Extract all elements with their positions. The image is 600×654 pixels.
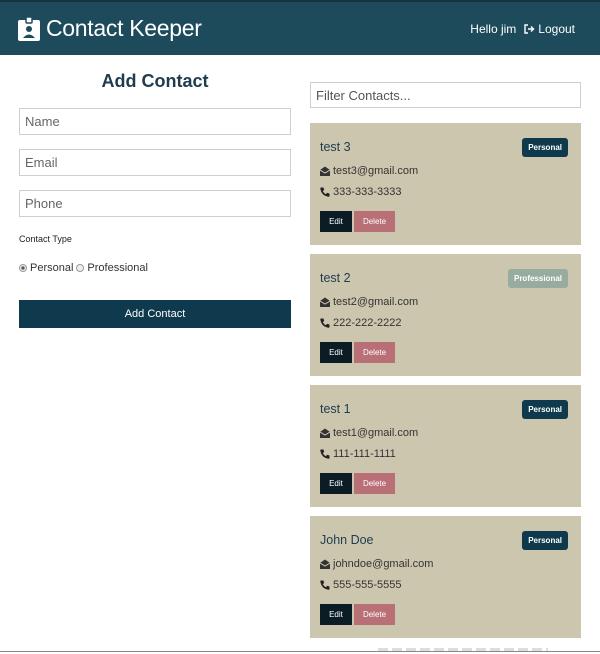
- contact-email: test3@gmail.com: [320, 165, 418, 177]
- add-contact-form: Add Contact Contact Type Personal Profes…: [19, 55, 291, 328]
- id-badge-icon: [18, 16, 40, 41]
- envelope-open-icon: [320, 297, 330, 307]
- contact-phone: 222-222-2222: [320, 317, 402, 329]
- radio-professional[interactable]: Professional: [76, 262, 148, 274]
- contact-card: test 3 Personal test3@gmail.com 333-333-…: [310, 123, 581, 245]
- contact-phone: 333-333-3333: [320, 186, 402, 198]
- edit-button[interactable]: Edit: [320, 342, 352, 363]
- app-title: Contact Keeper: [46, 15, 202, 41]
- contact-phone-text: 111-111-1111: [333, 448, 396, 460]
- delete-button[interactable]: Delete: [354, 342, 395, 363]
- contact-card: John Doe Personal johndoe@gmail.com 555-…: [310, 516, 581, 638]
- contact-email-text: test1@gmail.com: [333, 427, 419, 439]
- delete-button[interactable]: Delete: [354, 211, 395, 232]
- contact-name: test 3: [320, 140, 351, 154]
- edit-button[interactable]: Edit: [320, 211, 352, 232]
- radio-professional-dot[interactable]: [76, 264, 85, 272]
- contact-type-badge: Professional: [507, 269, 568, 288]
- contact-email-text: test2@gmail.com: [333, 296, 419, 308]
- contacts-panel: test 3 Personal test3@gmail.com 333-333-…: [310, 55, 581, 638]
- envelope-open-icon: [320, 428, 330, 438]
- add-contact-button[interactable]: Add Contact: [19, 300, 291, 328]
- delete-button[interactable]: Delete: [354, 473, 395, 494]
- phone-icon: [320, 187, 330, 197]
- radio-personal-dot[interactable]: [19, 264, 27, 272]
- contact-card: test 2 Professional test2@gmail.com 222-…: [310, 254, 581, 376]
- contact-phone: 111-111-1111: [320, 448, 396, 460]
- radio-professional-label: Professional: [87, 262, 148, 274]
- contact-name: test 2: [320, 271, 351, 285]
- sign-out-icon: [524, 23, 535, 34]
- contact-phone-text: 333-333-3333: [333, 186, 402, 198]
- contact-phone: 555-555-5555: [320, 579, 402, 591]
- filter-input[interactable]: [310, 82, 581, 108]
- user-menu: Hello jim Logout: [470, 22, 575, 36]
- contact-email: test1@gmail.com: [320, 427, 418, 439]
- contact-type-radios: Personal Professional: [19, 262, 291, 274]
- footer-divider: [0, 651, 600, 652]
- contact-type-badge: Personal: [522, 138, 568, 157]
- envelope-open-icon: [320, 559, 330, 569]
- contact-name: test 1: [320, 402, 351, 416]
- email-input[interactable]: [19, 149, 291, 176]
- contact-email-text: test3@gmail.com: [333, 165, 419, 177]
- contact-type-label: Contact Type: [19, 234, 72, 244]
- name-input[interactable]: [19, 108, 291, 135]
- contact-name: John Doe: [320, 533, 374, 547]
- user-greeting: Hello jim: [470, 21, 517, 36]
- contact-email: test2@gmail.com: [320, 296, 418, 308]
- delete-button[interactable]: Delete: [354, 604, 395, 625]
- contact-actions: Edit Delete: [320, 604, 395, 625]
- phone-icon: [320, 449, 330, 459]
- navbar: Contact Keeper Hello jim Logout: [0, 0, 600, 55]
- contact-card: test 1 Personal test1@gmail.com 111-111-…: [310, 385, 581, 507]
- logout-link[interactable]: Logout: [524, 22, 575, 36]
- logout-label: Logout: [538, 21, 575, 36]
- envelope-open-icon: [320, 166, 330, 176]
- contact-type-badge: Personal: [522, 400, 568, 419]
- contact-email: johndoe@gmail.com: [320, 558, 433, 570]
- contact-phone-text: 222-222-2222: [333, 317, 402, 329]
- form-title: Add Contact: [101, 71, 209, 91]
- edit-button[interactable]: Edit: [320, 604, 352, 625]
- brand[interactable]: Contact Keeper: [18, 15, 202, 42]
- contact-actions: Edit Delete: [320, 211, 395, 232]
- radio-personal[interactable]: Personal: [19, 262, 73, 274]
- phone-icon: [320, 318, 330, 328]
- contact-actions: Edit Delete: [320, 473, 395, 494]
- contact-email-text: johndoe@gmail.com: [333, 558, 434, 570]
- phone-input[interactable]: [19, 190, 291, 217]
- edit-button[interactable]: Edit: [320, 473, 352, 494]
- contact-type-badge: Personal: [522, 531, 568, 550]
- radio-personal-label: Personal: [30, 262, 74, 274]
- phone-icon: [320, 580, 330, 590]
- contact-actions: Edit Delete: [320, 342, 395, 363]
- contact-phone-text: 555-555-5555: [333, 579, 402, 591]
